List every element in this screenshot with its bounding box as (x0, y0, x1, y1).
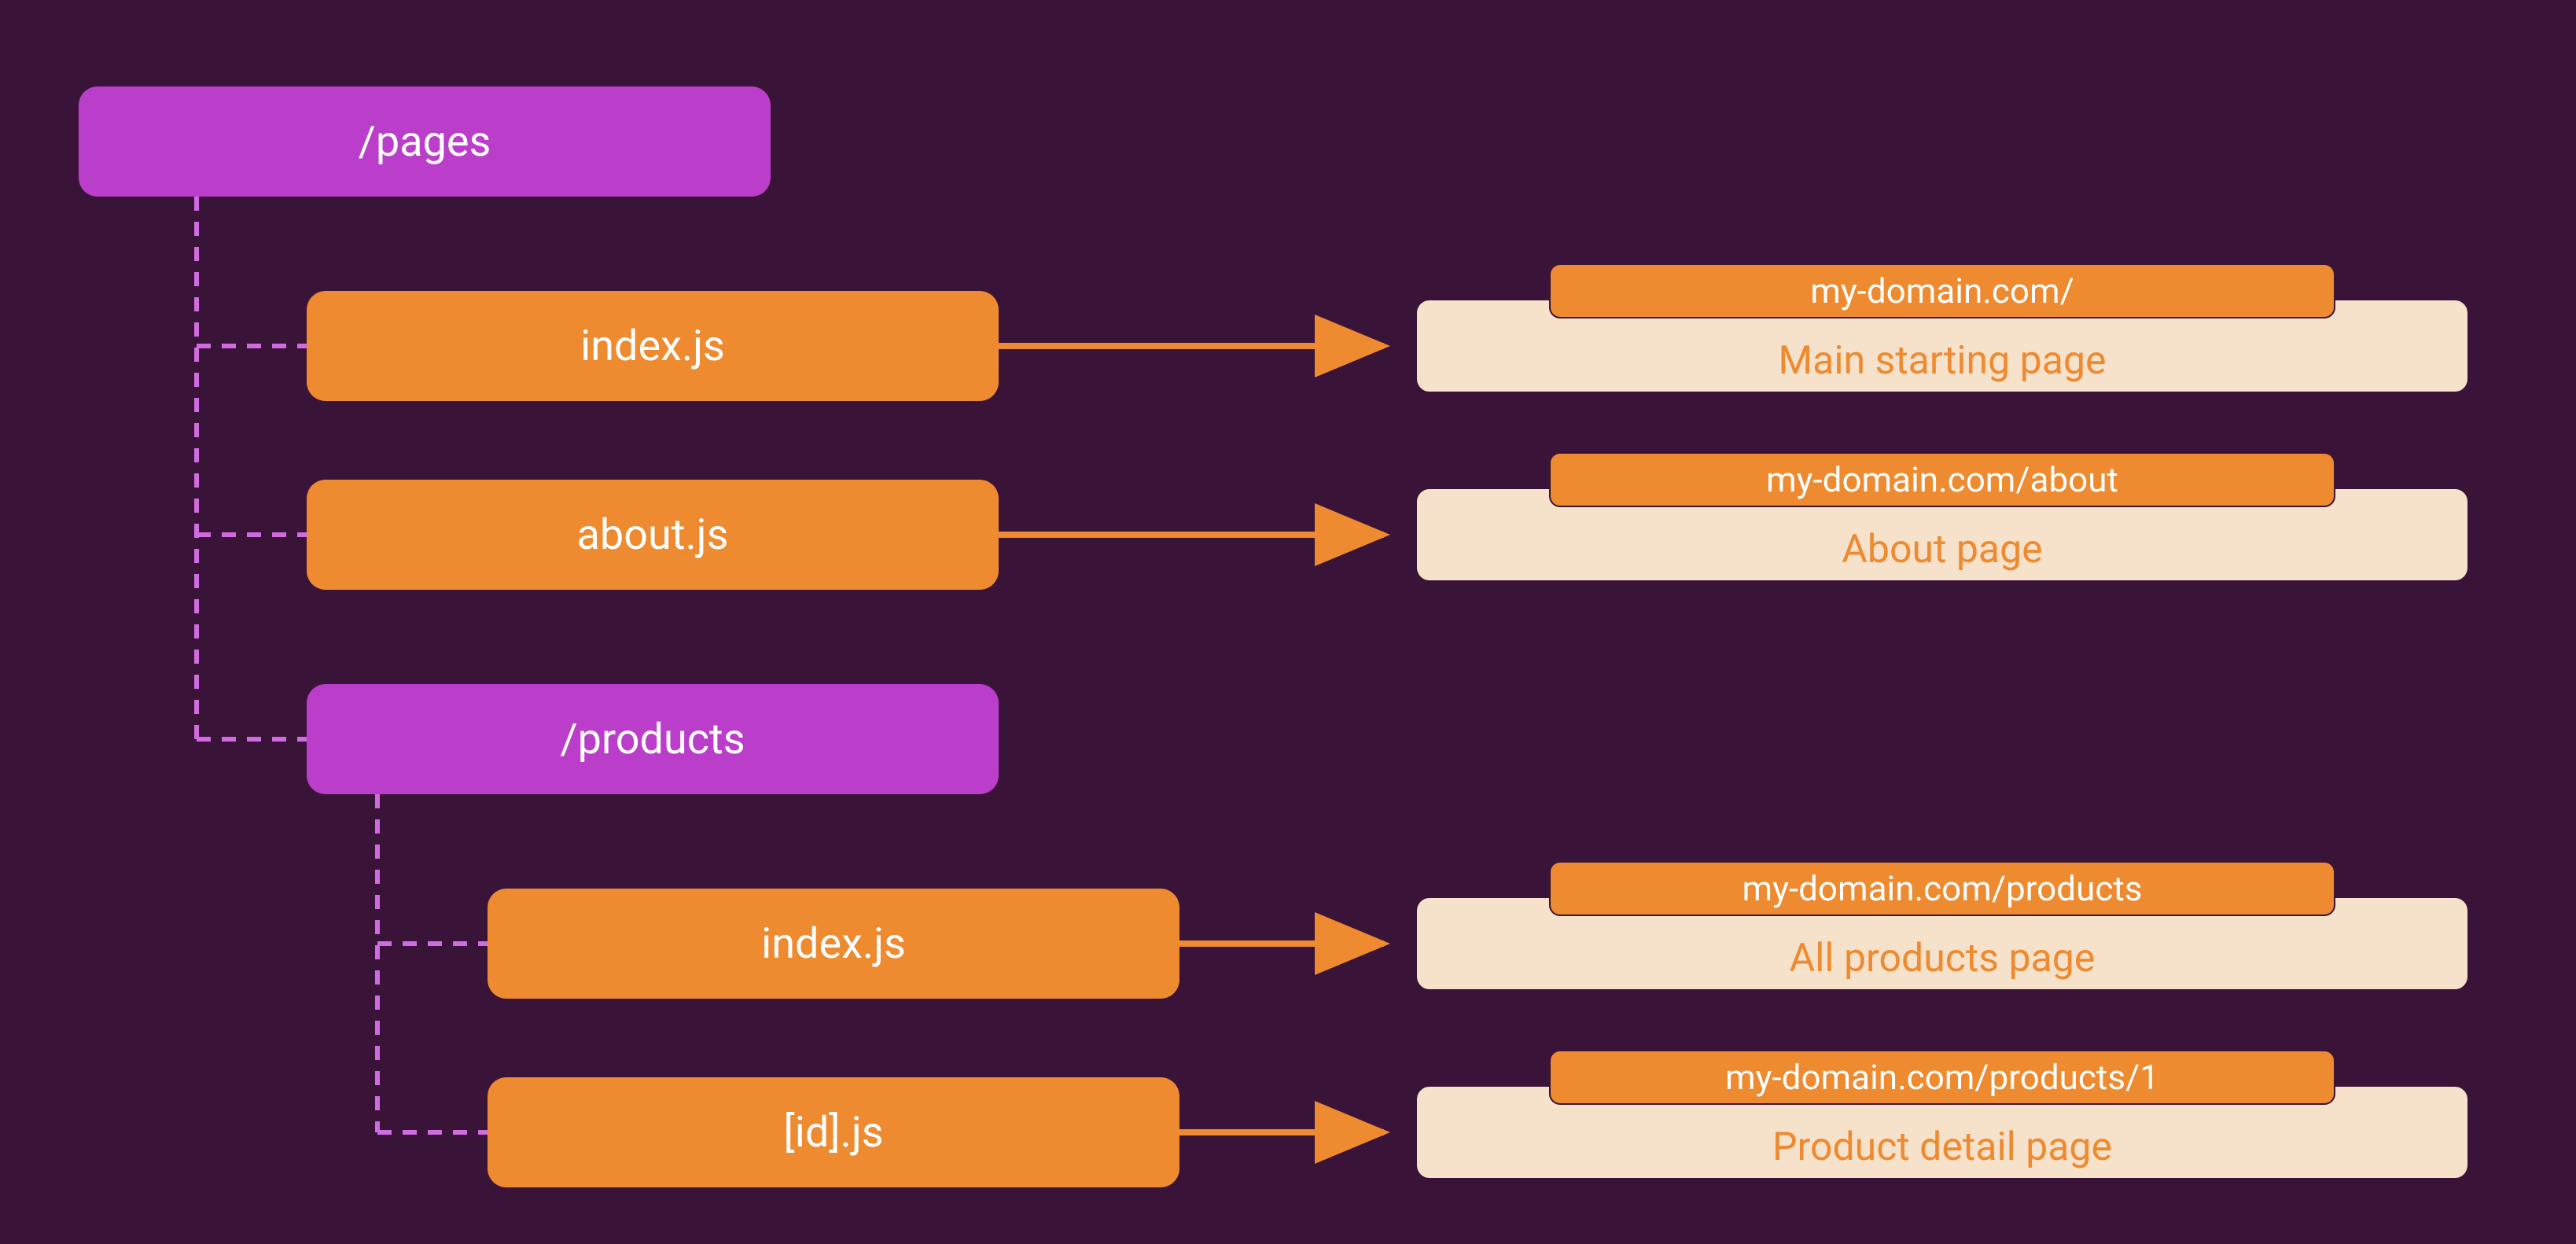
url-pill-main: my-domain.com/ (1549, 263, 2335, 318)
file-index: index.js (307, 291, 999, 401)
file-products-id: [id].js (488, 1077, 1179, 1187)
folder-products: /products (307, 684, 999, 794)
file-products-index: index.js (488, 889, 1179, 999)
url-pill-about: my-domain.com/about (1549, 452, 2335, 507)
page-desc-main: Main starting page (1778, 338, 2106, 384)
page-desc-about: About page (1842, 527, 2042, 572)
diagram-canvas: /pages index.js about.js /products index… (0, 0, 2576, 1244)
file-about: about.js (307, 480, 999, 590)
page-desc-products: All products page (1790, 936, 2096, 981)
page-desc-product-detail: Product detail page (1772, 1124, 2112, 1170)
url-pill-products: my-domain.com/products (1549, 861, 2335, 916)
url-pill-product-detail: my-domain.com/products/1 (1549, 1050, 2335, 1105)
folder-pages: /pages (79, 86, 771, 197)
